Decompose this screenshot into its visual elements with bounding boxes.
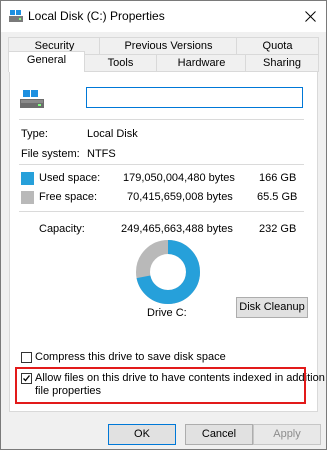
apply-button[interactable]: Apply [253, 424, 321, 445]
tab-sharing[interactable]: Sharing [245, 54, 319, 72]
free-space-gb: 65.5 GB [257, 191, 298, 203]
free-space-bytes: 70,415,659,008 bytes [127, 191, 233, 203]
compress-checkbox[interactable] [21, 352, 32, 363]
disk-cleanup-button[interactable]: Disk Cleanup [236, 297, 308, 318]
free-space-label: Free space: [39, 191, 98, 203]
free-space-swatch [21, 191, 34, 204]
file-system-value: NTFS [87, 148, 116, 160]
cancel-button[interactable]: Cancel [185, 424, 253, 445]
ok-button[interactable]: OK [108, 424, 176, 445]
highlight-annotation [15, 367, 306, 404]
tab-general[interactable]: General [8, 51, 85, 72]
title-bar: Local Disk (C:) Properties [1, 1, 326, 32]
close-icon [304, 11, 316, 22]
used-space-swatch [21, 172, 34, 185]
tab-quota[interactable]: Quota [236, 37, 319, 54]
drive-name-input[interactable] [86, 87, 303, 108]
type-value: Local Disk [87, 128, 138, 140]
capacity-label: Capacity: [39, 223, 85, 235]
tab-tools[interactable]: Tools [83, 54, 158, 72]
separator [19, 211, 304, 212]
properties-window: Local Disk (C:) Properties Security Prev… [0, 0, 327, 450]
capacity-gb: 232 GB [259, 223, 297, 235]
drive-icon [20, 90, 44, 108]
capacity-bytes: 249,465,663,488 bytes [121, 223, 233, 235]
disk-usage-donut [136, 240, 200, 304]
tab-previous-versions[interactable]: Previous Versions [99, 37, 238, 54]
tab-hardware[interactable]: Hardware [156, 54, 247, 72]
separator [19, 119, 304, 120]
close-button[interactable] [294, 1, 326, 32]
file-system-label: File system: [21, 148, 80, 160]
compress-label: Compress this drive to save disk space [35, 351, 226, 363]
used-space-gb: 166 GB [259, 172, 297, 184]
used-space-label: Used space: [39, 172, 101, 184]
window-title: Local Disk (C:) Properties [28, 9, 165, 23]
drive-icon-small [9, 10, 23, 22]
used-space-bytes: 179,050,004,480 bytes [123, 172, 235, 184]
type-label: Type: [21, 128, 48, 140]
separator [19, 164, 304, 165]
drive-label: Drive C: [147, 307, 187, 319]
